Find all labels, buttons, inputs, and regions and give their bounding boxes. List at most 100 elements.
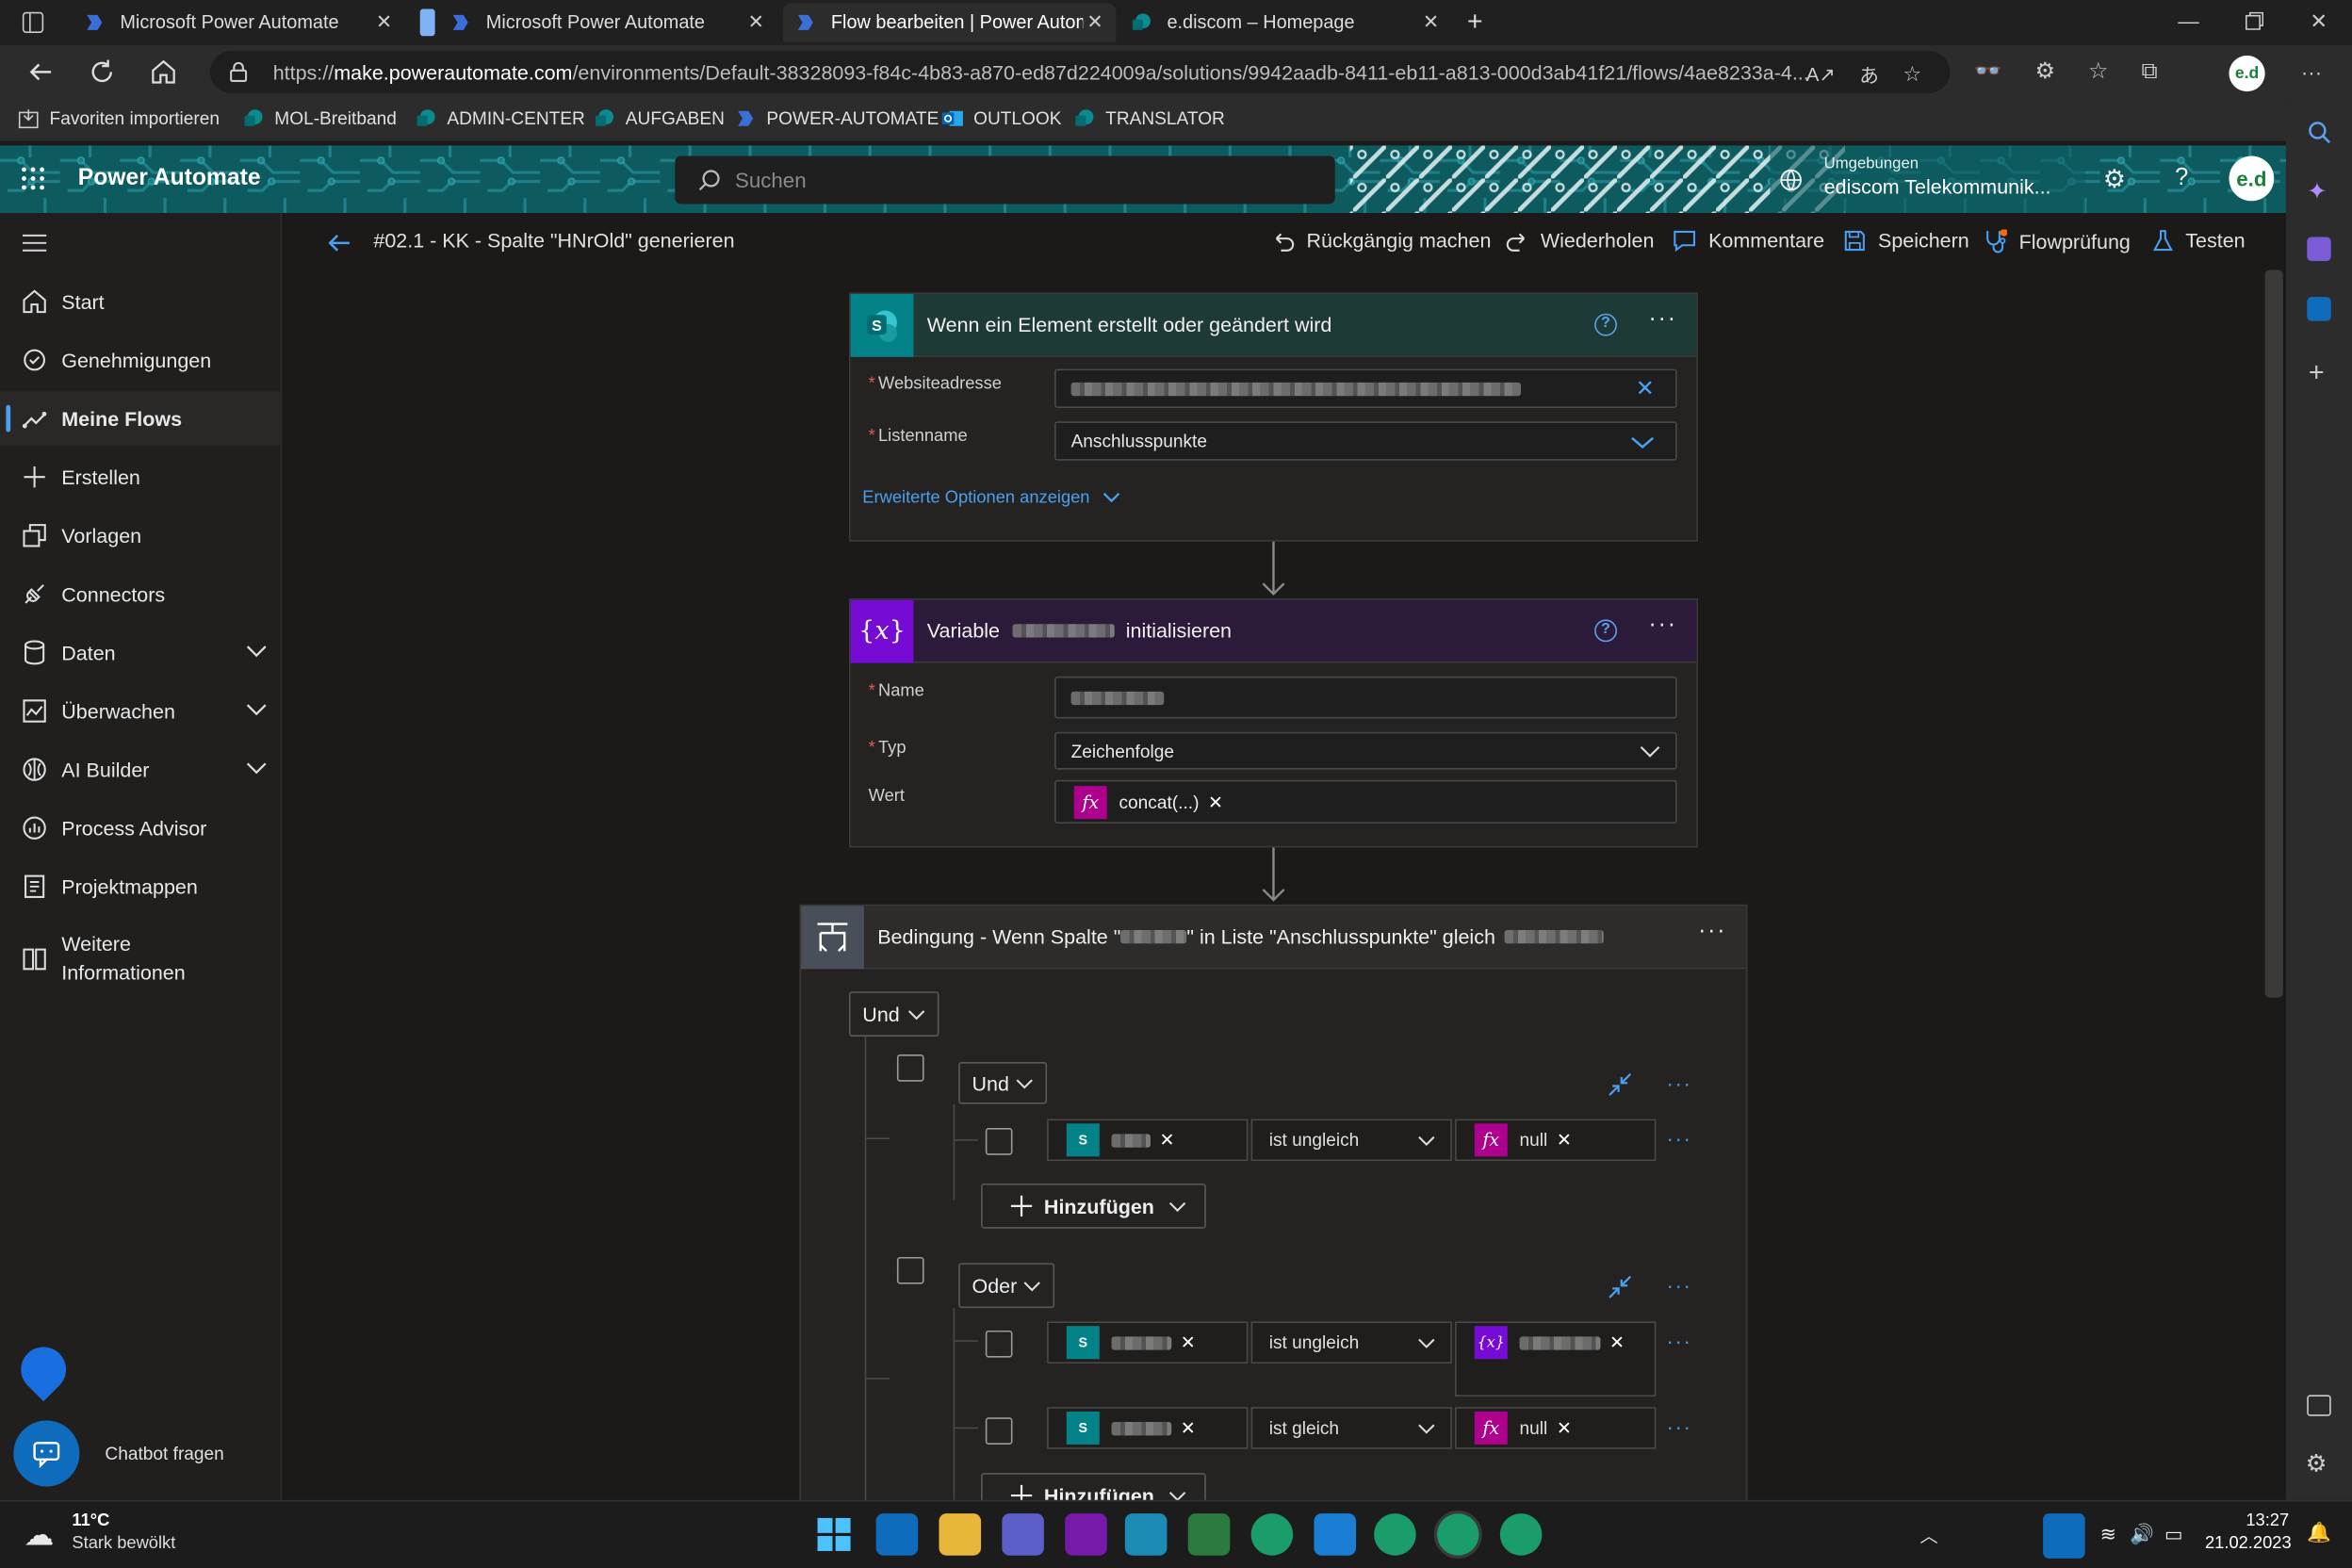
app-launcher-icon[interactable] <box>21 167 44 190</box>
extensions-icon[interactable]: ⚙ <box>2035 57 2055 84</box>
refresh-icon[interactable] <box>89 58 116 86</box>
more-options-icon[interactable]: ··· <box>1648 306 1676 334</box>
trigger-card[interactable]: S Wenn ein Element erstellt oder geänder… <box>848 292 1698 542</box>
more-browser-icon[interactable]: ··· <box>2301 60 2322 84</box>
row-checkbox[interactable] <box>985 1330 1013 1358</box>
nav-weitere-informationen[interactable]: Weitere Informationen <box>0 930 282 996</box>
variable-name-field[interactable] <box>1054 676 1677 719</box>
chatbot-label[interactable]: Chatbot fragen <box>105 1443 223 1463</box>
favorite-import[interactable]: Favoriten importieren <box>18 108 220 129</box>
onenote-icon[interactable] <box>1065 1513 1107 1556</box>
edge-icon[interactable] <box>1499 1513 1543 1556</box>
notification-bubble-icon[interactable] <box>11 1337 75 1402</box>
nav-erstellen[interactable]: Erstellen <box>0 450 282 504</box>
favorites-icon[interactable]: ☆ <box>2088 57 2108 84</box>
vscode-icon[interactable] <box>1314 1513 1357 1556</box>
collections-icon[interactable]: ⧉ <box>2141 57 2157 83</box>
clock-time[interactable]: 13:27 <box>2214 1512 2289 1530</box>
file-explorer-icon[interactable] <box>939 1513 982 1556</box>
expression-token[interactable]: fx concat(...) ✕ <box>1073 785 1223 819</box>
tab-close-icon[interactable]: ✕ <box>372 10 396 34</box>
variable-card[interactable]: {x} Variable initialisieren ? ··· * Name … <box>848 598 1698 848</box>
home-browser-icon[interactable] <box>150 58 177 86</box>
flow-checker-button[interactable]: Flowprüfung <box>1983 229 2131 253</box>
condition-left-operand[interactable]: S ✕ <box>1047 1119 1249 1162</box>
tab-close-icon[interactable]: ✕ <box>1083 10 1106 34</box>
condition-right-operand[interactable]: fx null ✕ <box>1455 1119 1657 1162</box>
condition-left-operand[interactable]: S ✕ <box>1047 1321 1249 1364</box>
group1-operator-dropdown[interactable]: Und <box>958 1062 1048 1104</box>
environment-name[interactable]: ediscom Telekommunik... <box>1824 175 2051 198</box>
condition-right-operand[interactable]: {x} ✕ <box>1455 1321 1657 1396</box>
tab-close-icon[interactable]: ✕ <box>1419 10 1443 34</box>
office-icon[interactable] <box>2307 237 2331 261</box>
favorite-link[interactable]: MOL-Breitband <box>243 108 397 129</box>
tab-close-icon[interactable]: ✕ <box>744 10 768 34</box>
chevron-down-icon[interactable] <box>246 758 267 778</box>
group-checkbox[interactable] <box>896 1054 924 1082</box>
remove-token-icon[interactable]: ✕ <box>1208 792 1223 812</box>
remove-token-icon[interactable]: ✕ <box>1609 1332 1625 1353</box>
condition-left-operand[interactable]: S ✕ <box>1047 1407 1249 1449</box>
canvas-scrollbar[interactable] <box>2264 270 2283 998</box>
remove-token-icon[interactable]: ✕ <box>1181 1417 1196 1438</box>
nav-ueberwachen[interactable]: Überwachen <box>0 684 282 738</box>
condition-header[interactable]: Bedingung - Wenn Spalte " " in Liste "An… <box>801 905 1746 970</box>
read-aloud-icon[interactable]: A↗ <box>1806 62 1836 86</box>
row-checkbox[interactable] <box>985 1128 1013 1155</box>
chatbot-button[interactable] <box>13 1420 80 1487</box>
nav-genehmigungen[interactable]: Genehmigungen <box>0 333 282 386</box>
help-icon[interactable]: ? <box>1594 313 1617 336</box>
glasses-icon[interactable]: 👓 <box>1974 57 2002 84</box>
tab-actions-icon[interactable] <box>21 10 44 34</box>
nav-meine-flows[interactable]: Meine Flows <box>0 391 283 446</box>
tray-overflow-icon[interactable]: ︿ <box>1920 1523 1938 1548</box>
condition-operator-dropdown[interactable]: ist ungleich <box>1250 1119 1452 1162</box>
minimize-icon[interactable]: — <box>2178 9 2198 33</box>
variable-value-field[interactable]: fx concat(...) ✕ <box>1054 779 1677 824</box>
browser-tab[interactable]: Microsoft Power Automate ✕ <box>408 3 777 41</box>
test-button[interactable]: Testen <box>2152 230 2246 252</box>
restore-icon[interactable] <box>2245 11 2264 30</box>
nav-process-advisor[interactable]: Process Advisor <box>0 801 282 855</box>
lock-icon[interactable] <box>228 61 249 82</box>
remove-token-icon[interactable]: ✕ <box>1181 1332 1196 1353</box>
variable-type-dropdown[interactable]: Zeichenfolge <box>1054 731 1677 770</box>
copilot-icon[interactable]: ✦ <box>2307 177 2327 207</box>
back-icon[interactable] <box>27 58 55 86</box>
row-checkbox[interactable] <box>985 1417 1013 1445</box>
root-operator-dropdown[interactable]: Und <box>848 991 939 1037</box>
microphone-icon[interactable] <box>2043 1513 2085 1559</box>
settings-icon[interactable]: ⚙ <box>2103 165 2126 195</box>
condition-operator-dropdown[interactable]: ist gleich <box>1250 1407 1452 1449</box>
undo-button[interactable]: Rückgängig machen <box>1272 230 1491 252</box>
variable-header[interactable]: {x} Variable initialisieren ? ··· <box>850 598 1697 663</box>
group-more-icon[interactable]: ··· <box>1667 1273 1692 1297</box>
favorite-add-icon[interactable]: ☆ <box>1903 61 1921 87</box>
add-sidebar-icon[interactable]: + <box>2309 357 2325 388</box>
browser-tab[interactable]: e.discom – Homepage ✕ <box>1119 3 1452 41</box>
condition-operator-dropdown[interactable]: ist ungleich <box>1250 1321 1452 1364</box>
favorite-link[interactable]: OUTLOOK <box>941 108 1062 129</box>
list-name-dropdown[interactable]: Anschlusspunkte <box>1054 421 1677 461</box>
search-icon[interactable] <box>2307 120 2331 144</box>
edge-icon[interactable] <box>1250 1513 1294 1556</box>
advanced-options-link[interactable]: Erweiterte Optionen anzeigen <box>862 489 1119 507</box>
sidebar-toggle-icon[interactable] <box>2307 1395 2331 1416</box>
remove-token-icon[interactable]: ✕ <box>1557 1417 1572 1438</box>
wifi-icon[interactable]: ≋ <box>2100 1523 2116 1546</box>
browser-tab-active[interactable]: Flow bearbeiten | Power Automa ✕ <box>782 3 1117 42</box>
more-options-icon[interactable]: ··· <box>1698 918 1726 945</box>
user-avatar[interactable]: e.d <box>2229 155 2275 202</box>
help-icon[interactable]: ? <box>1594 619 1617 643</box>
new-tab-button[interactable]: + <box>1467 6 1483 37</box>
group2-operator-dropdown[interactable]: Oder <box>958 1263 1055 1309</box>
nav-projektmappen[interactable]: Projektmappen <box>0 859 282 913</box>
favorite-link[interactable]: AUFGABEN <box>594 108 725 129</box>
profile-avatar[interactable]: e.d <box>2229 55 2265 92</box>
row-more-icon[interactable]: ··· <box>1667 1126 1692 1150</box>
notepad-plus-icon[interactable] <box>1187 1513 1231 1556</box>
clear-icon[interactable]: ✕ <box>1636 375 1655 402</box>
close-window-icon[interactable]: ✕ <box>2310 9 2328 35</box>
windows-start-icon[interactable] <box>813 1513 856 1556</box>
